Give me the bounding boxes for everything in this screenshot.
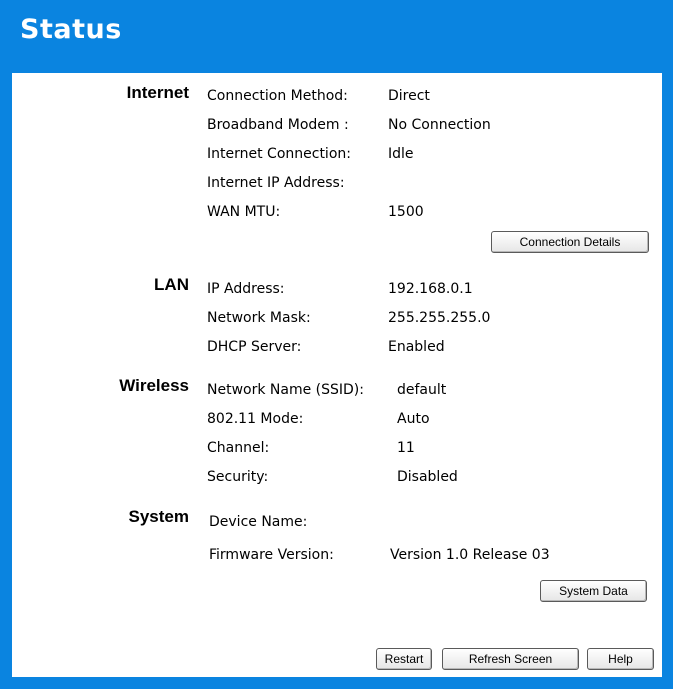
section-heading-wireless: Wireless (119, 376, 189, 395)
ssid-value: default (397, 382, 447, 398)
connection-method-value: Direct (388, 88, 430, 104)
mode-value: Auto (397, 411, 430, 427)
connection-details-button[interactable]: Connection Details (491, 231, 649, 253)
internet-ip-address-label: Internet IP Address: (207, 175, 345, 191)
device-name-label: Device Name: (209, 514, 308, 530)
status-panel: Internet Connection Method: Direct Broad… (12, 73, 662, 677)
help-button[interactable]: Help (587, 648, 654, 670)
page-title: Status (20, 14, 122, 45)
lan-ip-address-label: IP Address: (207, 281, 285, 297)
section-heading-lan: LAN (154, 275, 189, 294)
ssid-label: Network Name (SSID): (207, 382, 364, 398)
mode-label: 802.11 Mode: (207, 411, 304, 427)
system-data-button[interactable]: System Data (540, 580, 647, 602)
security-label: Security: (207, 469, 269, 485)
lan-ip-address-value: 192.168.0.1 (388, 281, 473, 297)
security-value: Disabled (397, 469, 458, 485)
channel-value: 11 (397, 440, 415, 456)
connection-method-label: Connection Method: (207, 88, 348, 104)
network-mask-label: Network Mask: (207, 310, 311, 326)
dhcp-server-label: DHCP Server: (207, 339, 302, 355)
broadband-modem-label: Broadband Modem : (207, 117, 349, 133)
section-heading-internet: Internet (126, 83, 189, 102)
channel-label: Channel: (207, 440, 270, 456)
broadband-modem-value: No Connection (388, 117, 491, 133)
firmware-version-value: Version 1.0 Release 03 (390, 547, 550, 563)
dhcp-server-value: Enabled (388, 339, 445, 355)
refresh-screen-button[interactable]: Refresh Screen (442, 648, 579, 670)
status-window: Status Internet Connection Method: Direc… (0, 0, 673, 689)
restart-button[interactable]: Restart (376, 648, 432, 670)
wan-mtu-value: 1500 (388, 204, 424, 220)
firmware-version-label: Firmware Version: (209, 547, 334, 563)
internet-connection-label: Internet Connection: (207, 146, 351, 162)
section-heading-system: System (128, 507, 189, 526)
network-mask-value: 255.255.255.0 (388, 310, 491, 326)
internet-connection-value: Idle (388, 146, 414, 162)
wan-mtu-label: WAN MTU: (207, 204, 281, 220)
